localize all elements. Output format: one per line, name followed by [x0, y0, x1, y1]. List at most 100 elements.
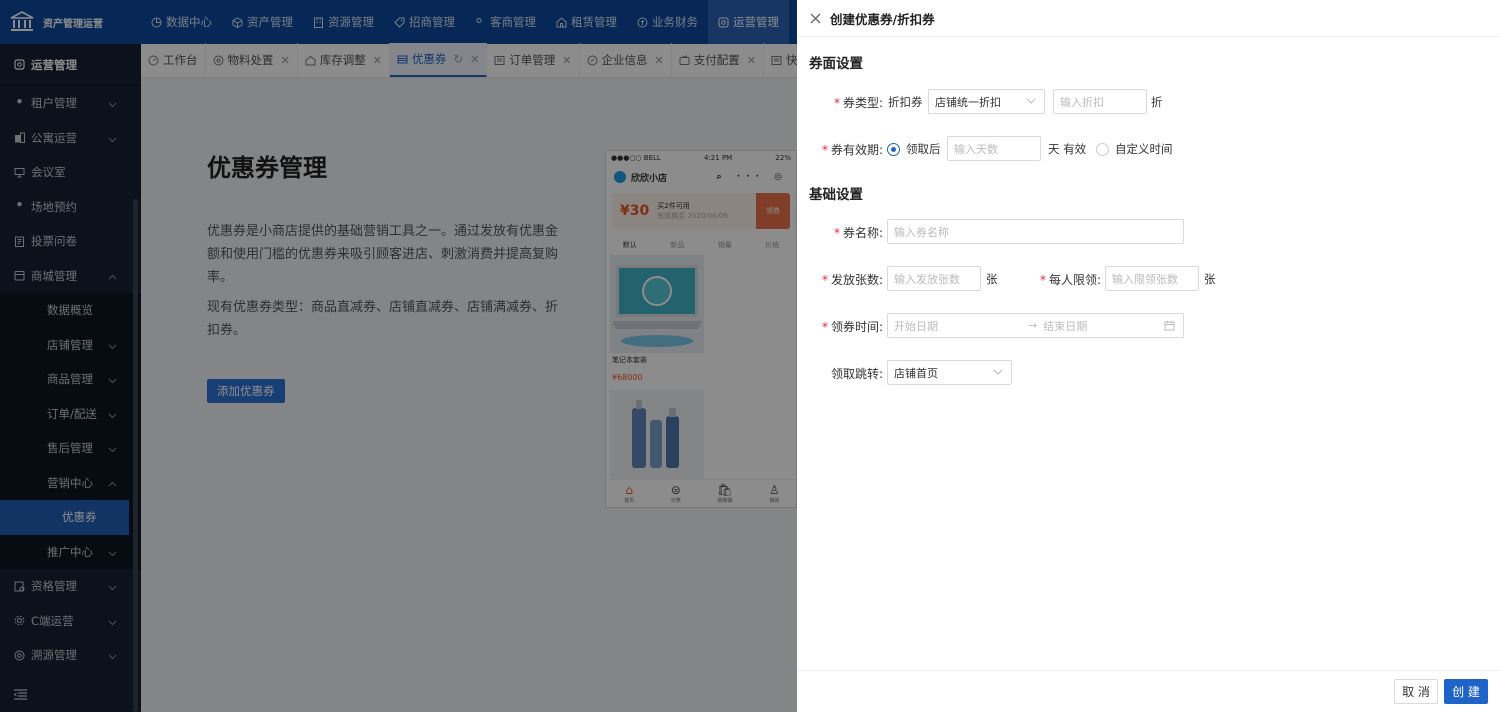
sidebar-item-label: 推广中心 — [47, 544, 93, 559]
close-icon[interactable]: ✕ — [655, 54, 664, 67]
sidebar-header: 运营管理 — [0, 44, 141, 86]
tab-7[interactable]: 支付配置 ✕ — [672, 43, 764, 77]
discount-type-select[interactable]: 店铺统一折扣 — [928, 89, 1045, 114]
sidebar-item-label: 优惠券 — [62, 510, 97, 525]
discount-unit: 折 — [1151, 95, 1163, 109]
tab-5[interactable]: 订单管理 ✕ — [487, 43, 580, 77]
tab-6[interactable]: 企业信息 ✕ — [580, 43, 672, 77]
claim-date-range[interactable]: 开始日期 → 结束日期 — [887, 313, 1184, 338]
nav-item-4[interactable]: 招商管理 — [384, 0, 465, 44]
sidebar-items-5[interactable]: 投票问卷 — [0, 224, 141, 259]
issue-count-input[interactable]: 输入发放张数 — [887, 266, 981, 291]
phone-tab-icon: ⌂ — [625, 483, 634, 497]
chevron-down-icon — [108, 618, 117, 627]
radio-after-claim[interactable]: 领取后 — [887, 141, 941, 157]
apartment-icon — [14, 132, 25, 144]
discount-type-value: 店铺统一折扣 — [935, 95, 1001, 109]
radio-custom-time[interactable]: 自定义时间 — [1096, 141, 1173, 157]
chevron-down-icon — [108, 445, 117, 454]
phone-tab-3: 🛍 购物袋 — [717, 483, 732, 504]
per-user-limit-label: * 每人限领: — [1039, 273, 1101, 287]
start-date-field[interactable]: 开始日期 — [894, 318, 1022, 334]
gear-box-icon — [718, 17, 729, 28]
target-icon — [14, 650, 25, 661]
add-coupon-button[interactable]: 添加优惠券 — [207, 379, 285, 403]
sidebar-items-1[interactable]: 租户管理 — [0, 86, 141, 121]
brand[interactable]: 资产管理运营 — [0, 0, 141, 44]
tab-1[interactable]: 工作台 — [141, 43, 206, 77]
sidebar-item-label: 租户管理 — [31, 96, 77, 111]
nav-item-label: 数据中心 — [166, 15, 212, 29]
nav-item-2[interactable]: 资产管理 — [222, 0, 303, 44]
sidebar-more_items-2[interactable]: C端运营 — [0, 604, 141, 639]
tab-label: 物料处置 — [227, 53, 274, 67]
nav-item-label: 租赁管理 — [571, 15, 617, 29]
bank-logo-icon — [10, 11, 34, 33]
sidebar-sub_items-7[interactable]: 优惠券 — [0, 500, 129, 535]
wallet-icon — [679, 54, 690, 66]
days-input[interactable]: 输入天数 — [947, 136, 1041, 161]
sidebar-more_items-1[interactable]: 资格管理 — [0, 569, 141, 604]
close-icon[interactable]: ✕ — [373, 54, 382, 67]
sidebar-items-6[interactable]: 商城管理 — [0, 259, 141, 294]
nav-item-7[interactable]: 业务财务 — [627, 0, 708, 44]
coupon-title: 买2件可用 — [657, 202, 690, 210]
discount-input[interactable]: 输入折扣 — [1053, 89, 1147, 114]
close-icon[interactable]: ✕ — [562, 54, 571, 67]
coupon-type-label: * 券类型: — [833, 96, 883, 110]
coupon-date: 有效期至 2020/06/09 — [657, 212, 728, 220]
collapse-menu-icon[interactable] — [14, 689, 27, 700]
cube-icon — [232, 16, 243, 28]
sidebar-sub_items-1[interactable]: 数据概览 — [0, 293, 141, 328]
nav-item-5[interactable]: 客商管理 — [465, 0, 546, 44]
phone-carrier: ●●●○○ BELL — [611, 154, 661, 162]
tab-2[interactable]: 物料处置 ✕ — [206, 43, 298, 77]
jump-select[interactable]: 店铺首页 — [887, 360, 1012, 385]
mall-submenu: 数据概览 店铺管理商品管理订单/配送 售后管理 营销中心优惠券推广中心 — [0, 293, 141, 569]
phone-coupon-card: ¥30 买2件可用 有效期至 2020/06/09 领券 — [612, 193, 790, 229]
phone-sort-tab: 新品 — [670, 241, 685, 249]
end-date-field[interactable]: 结束日期 — [1043, 318, 1087, 334]
close-icon[interactable]: ✕ — [281, 54, 290, 67]
sidebar-items-2[interactable]: 公寓运营 — [0, 121, 141, 156]
nav-item-3[interactable]: 资源管理 — [303, 0, 384, 44]
cog-icon — [14, 615, 25, 626]
close-icon[interactable]: ✕ — [470, 53, 479, 66]
search-more-icon: ⌕ ··· ◎ — [716, 172, 788, 182]
main-content: 优惠券管理 优惠券是小商店提供的基础营销工具之一。通过发放有优惠金额和使用门槛的… — [141, 78, 797, 712]
per-user-limit-input[interactable]: 输入限领张数 — [1105, 266, 1199, 291]
tab-label: 工作台 — [163, 53, 198, 67]
close-icon[interactable]: ✕ — [747, 54, 756, 67]
sidebar-item-label: 商品管理 — [47, 372, 93, 387]
coupon-name-input[interactable]: 输入券名称 — [887, 219, 1184, 244]
nav-item-8[interactable]: 运营管理 — [708, 0, 789, 44]
sidebar-items-3[interactable]: 会议室 — [0, 155, 141, 190]
sidebar-item-label: 溯源管理 — [31, 648, 77, 663]
nav-item-6[interactable]: 租赁管理 — [546, 0, 627, 44]
sidebar-scrollbar[interactable] — [133, 199, 138, 712]
sidebar-sub_items-2[interactable]: 店铺管理 — [0, 328, 141, 363]
phone-tab-icon: 🛍 — [717, 483, 733, 497]
sidebar-sub_items-6[interactable]: 营销中心 — [0, 466, 141, 501]
tab-4[interactable]: 优惠券 ↻ ✕ — [389, 43, 488, 77]
sidebar-items-4[interactable]: 场地预约 — [0, 190, 141, 225]
tab-3[interactable]: 库存调整 ✕ — [298, 43, 390, 77]
product-image — [610, 390, 704, 488]
page-tabs: 工作台 物料处置 ✕ 库存调整 ✕ 优惠券 ↻ ✕ 订单管理 ✕ 企业信息 ✕ 支付配置 ✕ 快 — [141, 43, 806, 78]
chevron-down-icon — [108, 100, 117, 109]
nav-item-1[interactable]: 数据中心 — [141, 0, 222, 44]
cancel-button[interactable]: 取 消 — [1394, 679, 1438, 704]
sidebar-more_items-3[interactable]: 溯源管理 — [0, 638, 141, 673]
close-icon[interactable] — [810, 13, 821, 24]
sidebar-sub_items-4[interactable]: 订单/配送 — [0, 397, 141, 432]
sidebar-header-label: 运营管理 — [31, 57, 77, 72]
refresh-icon[interactable]: ↻ — [453, 52, 463, 66]
tab-label: 库存调整 — [319, 53, 366, 67]
sidebar-sub_items-8[interactable]: 推广中心 — [0, 535, 141, 570]
form-icon — [14, 236, 25, 247]
sidebar-sub_items-5[interactable]: 售后管理 — [0, 431, 141, 466]
sidebar-item-label: 资格管理 — [31, 579, 77, 594]
create-button[interactable]: 创 建 — [1444, 679, 1488, 704]
gear-box-icon — [14, 59, 25, 70]
sidebar-sub_items-3[interactable]: 商品管理 — [0, 362, 141, 397]
